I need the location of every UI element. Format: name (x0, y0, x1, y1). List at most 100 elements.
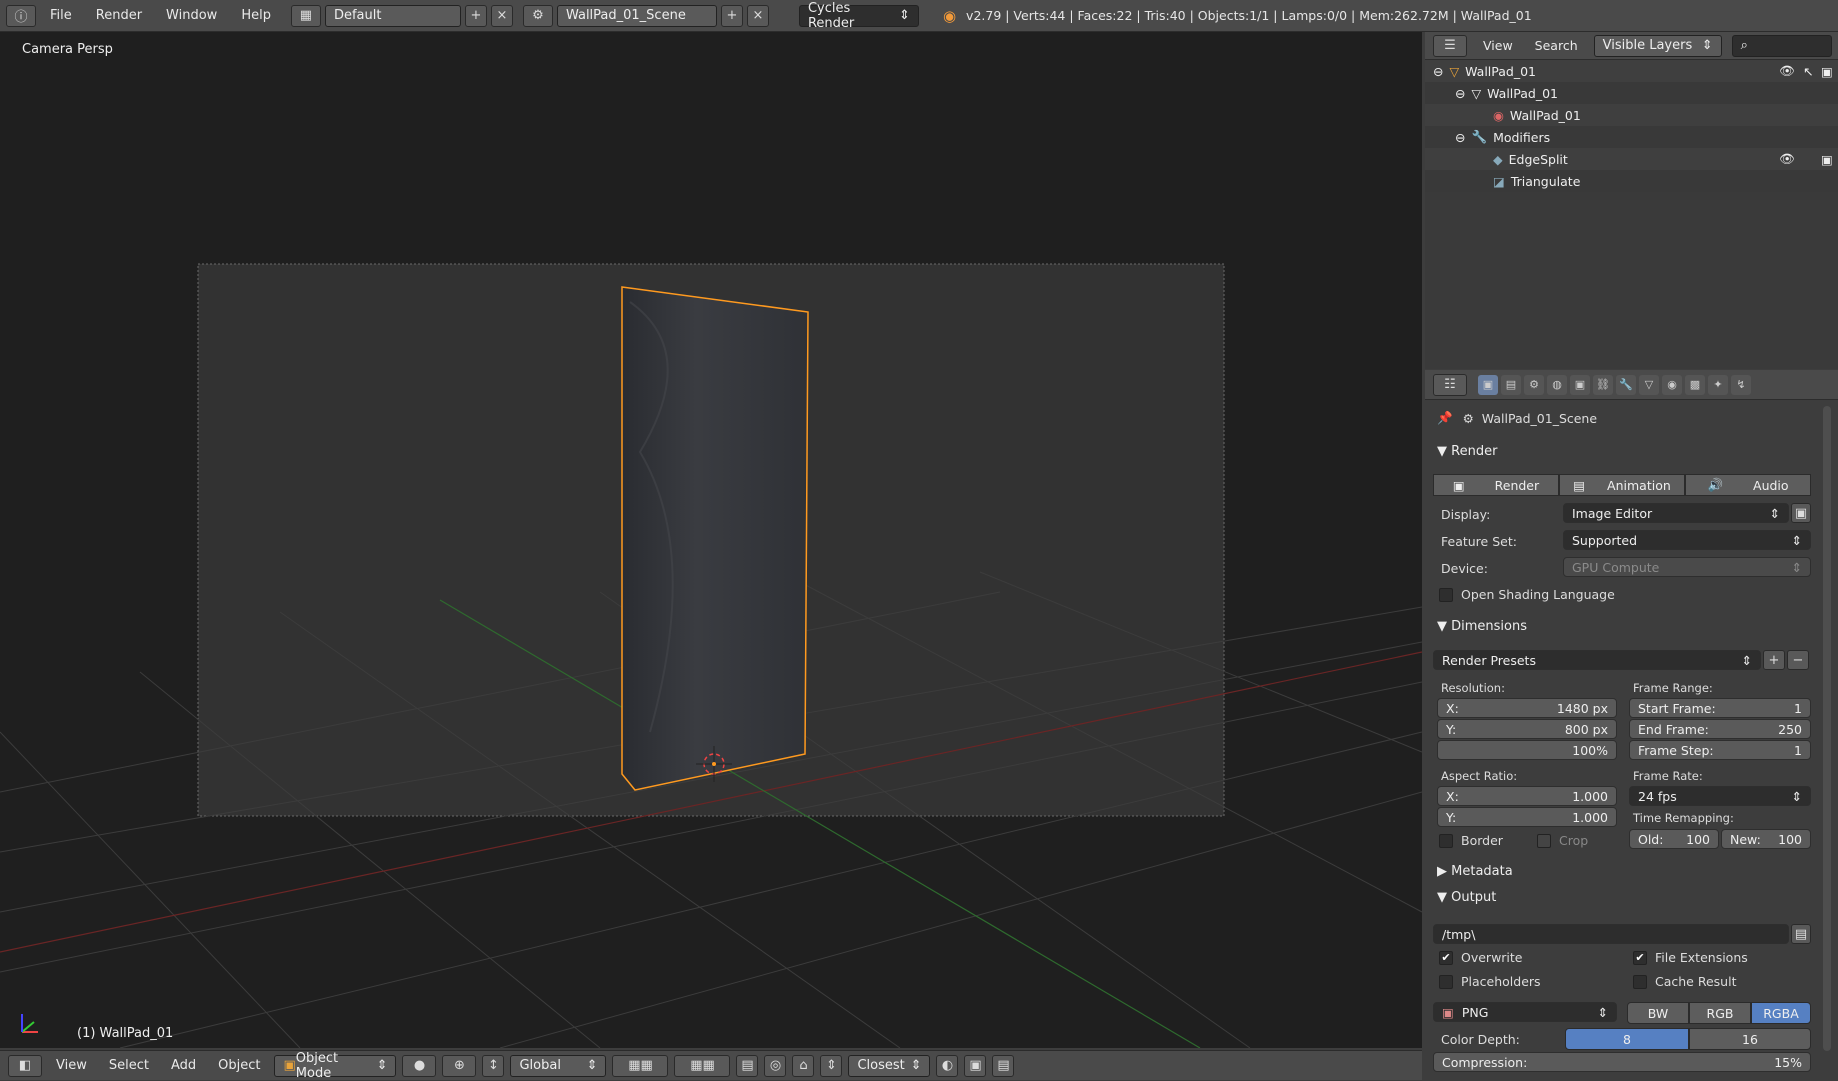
display-window-icon[interactable]: ▣ (1791, 503, 1811, 523)
depth-8-button[interactable]: 8 (1565, 1028, 1689, 1050)
audio-button[interactable]: 🔊 Audio (1685, 474, 1811, 496)
end-frame-field[interactable]: End Frame: 250 (1629, 719, 1811, 739)
resolution-y-field[interactable]: Y: 800 px (1437, 719, 1617, 739)
cursor-select-icon[interactable]: ↖ (1803, 64, 1813, 79)
remap-old-field[interactable]: Old: 100 (1629, 829, 1719, 849)
world-tab-icon[interactable]: ◍ (1547, 374, 1567, 395)
border-checkbox[interactable]: Border (1439, 833, 1503, 848)
screen-layout-icon[interactable]: ▦ (290, 4, 321, 27)
menu-render[interactable]: Render (86, 8, 152, 23)
render-presets-select[interactable]: Render Presets ⇕ (1433, 650, 1761, 670)
featureset-select[interactable]: Supported ⇕ (1563, 530, 1811, 550)
eye-icon[interactable]: 👁 (1779, 63, 1795, 79)
device-select[interactable]: GPU Compute ⇕ (1563, 557, 1811, 577)
manipulator-icon[interactable]: ↕ (482, 1054, 505, 1077)
outliner-menu-search[interactable]: Search (1529, 38, 1584, 53)
scene-icon[interactable]: ⚙ (522, 4, 553, 27)
collapse-icon[interactable]: ⊖ (1455, 130, 1465, 145)
menu-help[interactable]: Help (231, 8, 281, 23)
checkmark-icon[interactable]: ✔ (1633, 950, 1647, 965)
layers-grid-icon[interactable]: ▦▦ (612, 1054, 669, 1077)
checkbox-icon[interactable] (1439, 833, 1453, 848)
outliner-menu-view[interactable]: View (1477, 38, 1519, 53)
3d-viewport[interactable]: Camera Persp (1) WallPad_01 (0, 32, 1422, 1048)
info-editor-icon[interactable]: ⓘ (6, 4, 36, 27)
depth-16-button[interactable]: 16 (1689, 1028, 1811, 1050)
viewport-shading-icon[interactable]: ● (402, 1054, 437, 1077)
remap-new-field[interactable]: New: 100 (1721, 829, 1811, 849)
scene-selector[interactable]: WallPad_01_Scene (556, 4, 717, 27)
outliner-search-input[interactable]: ⌕ (1731, 34, 1832, 57)
cache-result-checkbox[interactable]: Cache Result (1633, 974, 1736, 989)
checkbox-icon[interactable] (1439, 974, 1453, 989)
display-mode-select[interactable]: Visible Layers ⇕ (1593, 34, 1722, 57)
file-extensions-checkbox[interactable]: ✔ File Extensions (1633, 950, 1748, 965)
collapse-icon[interactable]: ⊖ (1455, 86, 1465, 101)
camera-render-icon[interactable]: ▣ (1821, 64, 1833, 79)
display-select[interactable]: Image Editor ⇕ (1563, 503, 1789, 523)
checkbox-icon[interactable] (1633, 974, 1647, 989)
snap-target-select[interactable]: Closest ⇕ (848, 1054, 931, 1077)
layout-selector[interactable]: Default (324, 4, 461, 27)
menu-view[interactable]: View (48, 1058, 95, 1073)
frame-rate-select[interactable]: 24 fps ⇕ (1629, 786, 1811, 806)
snap-element-icon[interactable]: ⇕ (820, 1054, 843, 1077)
scene-tab-icon[interactable]: ⚙ (1524, 374, 1544, 395)
outliner-item-triangulate[interactable]: ◪ Triangulate (1425, 170, 1838, 192)
data-tab-icon[interactable]: ▽ (1639, 374, 1659, 395)
eye-icon[interactable]: 👁 (1779, 151, 1795, 167)
physics-tab-icon[interactable]: ↯ (1731, 374, 1751, 395)
render-button[interactable]: ▣ Render (1433, 474, 1559, 496)
resolution-percent-field[interactable]: 100% (1437, 740, 1617, 760)
transform-orientation-select[interactable]: Global ⇕ (510, 1054, 607, 1077)
outliner-item-object[interactable]: ⊖ ▽ WallPad_01 👁 ↖ ▣ (1425, 60, 1838, 82)
output-path-input[interactable]: /tmp\ (1433, 924, 1789, 944)
editor-type-icon[interactable]: ◧ (8, 1054, 42, 1077)
placeholders-checkbox[interactable]: Placeholders (1439, 974, 1541, 989)
object-tab-icon[interactable]: ▣ (1570, 374, 1590, 395)
remove-preset-button[interactable]: − (1787, 650, 1809, 670)
overwrite-checkbox[interactable]: ✔ Overwrite (1439, 950, 1523, 965)
compression-slider[interactable]: Compression: 15% (1433, 1052, 1811, 1072)
pin-icon[interactable]: 📌 (1437, 410, 1453, 426)
lock-layers-icon[interactable]: ▤ (736, 1054, 759, 1077)
layers-grid-2-icon[interactable]: ▦▦ (674, 1054, 731, 1077)
menu-add[interactable]: Add (163, 1058, 204, 1073)
color-rgb-button[interactable]: RGB (1689, 1002, 1751, 1024)
start-frame-field[interactable]: Start Frame: 1 (1629, 698, 1811, 718)
color-bw-button[interactable]: BW (1627, 1002, 1689, 1024)
properties-scrollbar[interactable] (1823, 406, 1831, 1051)
collapse-icon[interactable]: ⊖ (1433, 64, 1443, 79)
checkbox-icon[interactable] (1537, 833, 1551, 848)
snap-magnet-icon[interactable]: ⌂ (792, 1054, 815, 1077)
outliner-item-mesh[interactable]: ⊖ ▽ WallPad_01 (1425, 82, 1838, 104)
particles-tab-icon[interactable]: ✦ (1708, 374, 1728, 395)
render-engine-select[interactable]: Cycles Render ⇕ (798, 1, 919, 31)
wallpad-object[interactable] (621, 286, 809, 791)
opengl-render-icon[interactable]: ◐ (936, 1054, 959, 1077)
render-still-icon[interactable]: ▣ (964, 1054, 987, 1077)
add-scene-button[interactable]: + (720, 4, 743, 27)
output-panel-header[interactable]: ▼ Output (1437, 890, 1496, 905)
metadata-panel-header[interactable]: ▶ Metadata (1437, 864, 1513, 879)
add-preset-button[interactable]: + (1763, 650, 1785, 670)
interaction-mode-select[interactable]: ▣ Object Mode ⇕ (274, 1051, 397, 1081)
camera-render-icon[interactable]: ▣ (1821, 152, 1833, 167)
folder-browse-icon[interactable]: ▤ (1791, 924, 1811, 944)
aspect-x-field[interactable]: X: 1.000 (1437, 786, 1617, 806)
pivot-point-icon[interactable]: ⊕ (442, 1054, 477, 1077)
modifiers-tab-icon[interactable]: 🔧 (1616, 374, 1636, 395)
animation-button[interactable]: ▤ Animation (1559, 474, 1685, 496)
color-rgba-button[interactable]: RGBA (1751, 1002, 1811, 1024)
menu-window[interactable]: Window (156, 8, 227, 23)
checkbox-icon[interactable] (1439, 587, 1453, 602)
dimensions-panel-header[interactable]: ▼ Dimensions (1437, 619, 1527, 634)
render-anim-icon[interactable]: ▤ (992, 1054, 1015, 1077)
aspect-y-field[interactable]: Y: 1.000 (1437, 807, 1617, 827)
add-layout-button[interactable]: + (464, 4, 487, 27)
proportional-edit-icon[interactable]: ◎ (764, 1054, 787, 1077)
file-format-select[interactable]: ▣ PNG ⇕ (1433, 1002, 1617, 1022)
render-panel-header[interactable]: ▼ Render (1437, 444, 1497, 459)
resolution-x-field[interactable]: X: 1480 px (1437, 698, 1617, 718)
osl-checkbox[interactable]: Open Shading Language (1439, 587, 1615, 602)
